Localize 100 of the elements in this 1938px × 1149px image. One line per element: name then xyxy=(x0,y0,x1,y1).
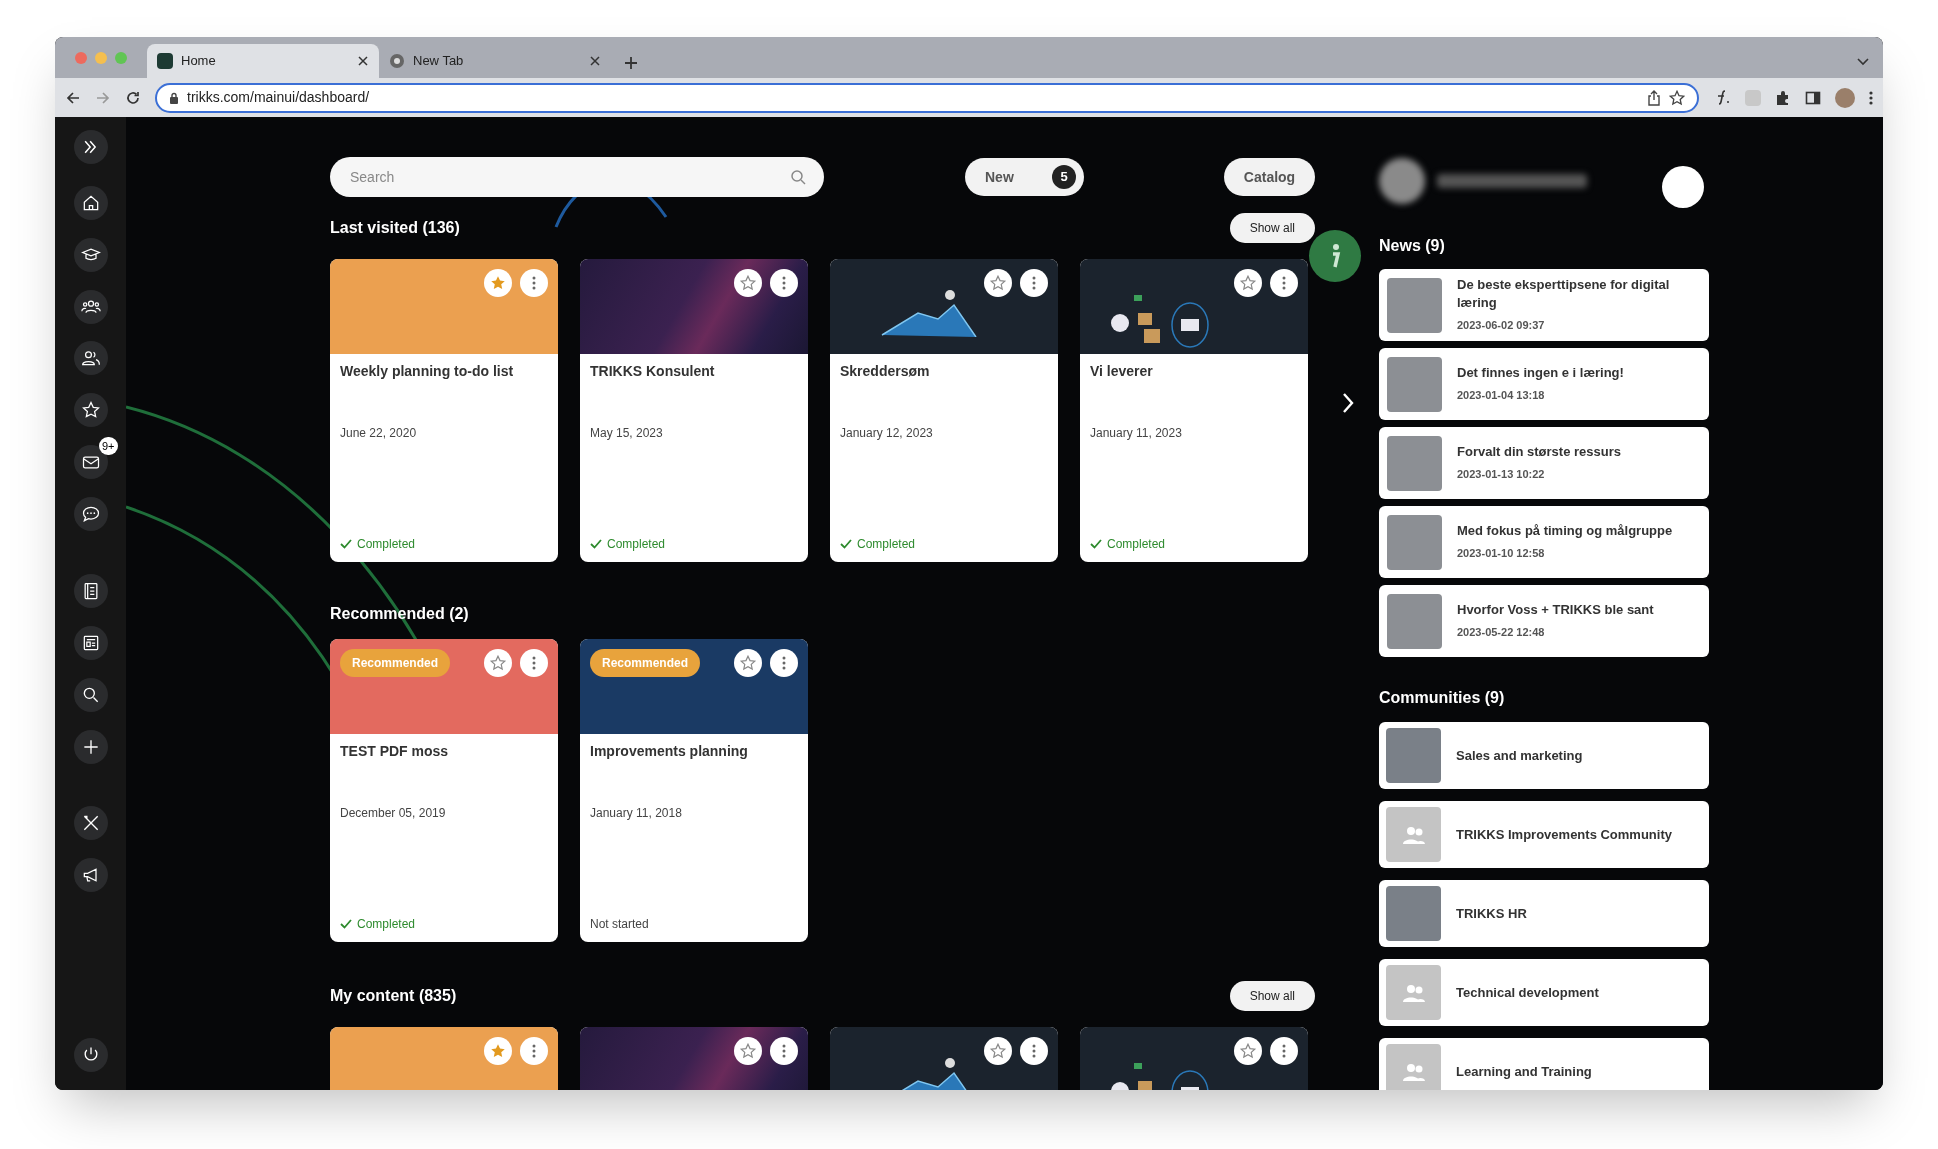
card-title: TRIKKS Konsulent xyxy=(590,362,716,380)
community-name: TRIKKS Improvements Community xyxy=(1456,825,1672,844)
community-item[interactable]: TRIKKS Improvements Community xyxy=(1379,801,1709,868)
kebab-icon xyxy=(1282,276,1286,290)
news-item[interactable]: Forvalt din største ressurs 2023-01-13 10:22 xyxy=(1379,427,1709,499)
show-all-button[interactable]: Show all xyxy=(1229,213,1315,243)
more-options-button[interactable] xyxy=(770,649,798,677)
sidebar-button[interactable] xyxy=(73,806,108,840)
check-icon xyxy=(840,538,852,550)
community-item[interactable]: Technical development xyxy=(1379,959,1709,1026)
bookmark-star-icon[interactable] xyxy=(1669,89,1685,106)
favorite-button[interactable] xyxy=(734,649,762,677)
status-text: Completed xyxy=(857,536,916,553)
side-panel-icon[interactable] xyxy=(1805,89,1821,106)
news-item[interactable]: Det finnes ingen e i læring! 2023-01-04 13:18 xyxy=(1379,348,1709,420)
more-menu-icon[interactable] xyxy=(1869,89,1873,106)
news-date: 2023-01-04 13:18 xyxy=(1457,388,1546,404)
tab-list-icon[interactable] xyxy=(1857,58,1869,66)
favorite-button[interactable] xyxy=(734,269,762,297)
section-heading: News (9) xyxy=(1379,236,1446,256)
sidebar-button[interactable] xyxy=(73,341,108,375)
more-options-button[interactable] xyxy=(770,269,798,297)
star-icon xyxy=(989,274,1007,292)
sidebar-button[interactable] xyxy=(73,678,108,712)
news-date: 2023-01-10 12:58 xyxy=(1457,546,1546,562)
community-item[interactable]: Learning and Training xyxy=(1379,1038,1709,1090)
section-heading: Recommended (2) xyxy=(330,604,469,624)
star-icon xyxy=(739,274,757,292)
kebab-icon xyxy=(1032,1044,1036,1058)
content-card[interactable]: Skreddersøm January 12, 2023 Completed xyxy=(830,259,1058,562)
community-item[interactable]: Sales and marketing xyxy=(1379,722,1709,789)
news-title: Med fokus på timing og målgruppe xyxy=(1457,522,1673,541)
sidebar-button[interactable] xyxy=(73,858,108,892)
more-options-button[interactable] xyxy=(1020,1037,1048,1065)
check-icon xyxy=(340,538,352,550)
close-tab-icon[interactable] xyxy=(589,55,601,67)
more-options-button[interactable] xyxy=(1270,1037,1298,1065)
news-title: Hvorfor Voss + TRIKKS ble sant xyxy=(1457,601,1654,620)
kebab-icon xyxy=(532,1044,536,1058)
content-card[interactable]: Recommended Improvements planning January 11, 2018 Not started xyxy=(580,639,808,942)
share-icon[interactable] xyxy=(1647,89,1661,106)
content-card[interactable]: Vi leverer January 11, 2023 Completed xyxy=(1080,259,1308,562)
check-icon xyxy=(1090,538,1102,550)
kebab-icon xyxy=(532,276,536,290)
community-item[interactable]: TRIKKS HR xyxy=(1379,880,1709,947)
news-item[interactable]: Med fokus på timing og målgruppe 2023-01-10 12:58 xyxy=(1379,506,1709,578)
new-tab-icon[interactable] xyxy=(623,55,639,71)
section-heading: My content (835) xyxy=(330,986,457,1006)
browser-tab[interactable]: New Tab xyxy=(379,44,611,78)
more-options-button[interactable] xyxy=(1020,269,1048,297)
kebab-icon xyxy=(782,276,786,290)
chevron-right-icon[interactable] xyxy=(1342,392,1354,414)
notification-badge: 9+ xyxy=(98,437,118,455)
favorite-button[interactable] xyxy=(1234,1037,1262,1065)
globe-icon xyxy=(389,53,405,69)
new-button[interactable]: New 5 xyxy=(965,158,1084,196)
star-icon xyxy=(739,654,757,672)
circle-button[interactable] xyxy=(1662,165,1704,208)
more-options-button[interactable] xyxy=(770,1037,798,1065)
check-icon xyxy=(590,538,602,550)
filled-star-icon xyxy=(489,1042,507,1060)
profile-avatar[interactable] xyxy=(1835,87,1855,108)
favorite-button[interactable] xyxy=(734,1037,762,1065)
kebab-icon xyxy=(782,1044,786,1058)
search-field[interactable]: Search xyxy=(330,157,824,197)
recommended-badge: Recommended xyxy=(340,649,451,677)
show-all-button[interactable]: Show all xyxy=(1229,981,1315,1011)
puzzle-icon[interactable] xyxy=(1775,89,1791,106)
news-item[interactable]: Hvorfor Voss + TRIKKS ble sant 2023-05-22 12:48 xyxy=(1379,585,1709,657)
card-date: May 15, 2023 xyxy=(590,425,664,442)
sidebar-button[interactable] xyxy=(73,574,108,608)
sidebar-button[interactable] xyxy=(73,497,108,531)
browser-tab[interactable]: Home xyxy=(147,44,379,78)
card-date: January 11, 2018 xyxy=(590,805,683,822)
favorite-button[interactable] xyxy=(984,269,1012,297)
sidebar-button[interactable] xyxy=(73,290,108,324)
favorite-button[interactable] xyxy=(984,1037,1012,1065)
news-item[interactable]: De beste eksperttipsene for digital læring 2023-06-02 09:37 xyxy=(1379,269,1709,341)
sidebar-button[interactable] xyxy=(73,626,108,660)
info-bubble-icon[interactable] xyxy=(1309,230,1361,282)
content-card[interactable]: TRIKKS Konsulent May 15, 2023 Completed xyxy=(580,259,808,562)
favorite-button[interactable] xyxy=(1234,269,1262,297)
back-icon[interactable] xyxy=(65,89,81,106)
news-title: Forvalt din største ressurs xyxy=(1457,443,1621,462)
sidebar-button[interactable] xyxy=(73,393,108,427)
sidebar-button[interactable] xyxy=(73,238,108,272)
avatar[interactable] xyxy=(1379,157,1425,204)
reload-icon[interactable] xyxy=(125,89,141,106)
more-options-button[interactable] xyxy=(1270,269,1298,297)
lock-icon xyxy=(169,91,179,104)
photo-placeholder xyxy=(1387,356,1442,412)
star-icon xyxy=(80,400,101,420)
address-bar[interactable]: trikks.com/mainui/dashboard/ xyxy=(155,82,1699,113)
catalog-button[interactable]: Catalog xyxy=(1224,158,1315,196)
sidebar-button[interactable] xyxy=(73,186,108,220)
sidebar-button[interactable] xyxy=(73,1038,108,1072)
card-title: Vi leverer xyxy=(1090,362,1154,380)
sidebar-button[interactable] xyxy=(73,130,108,164)
sidebar-button[interactable] xyxy=(73,730,108,764)
close-tab-icon[interactable] xyxy=(357,55,369,67)
